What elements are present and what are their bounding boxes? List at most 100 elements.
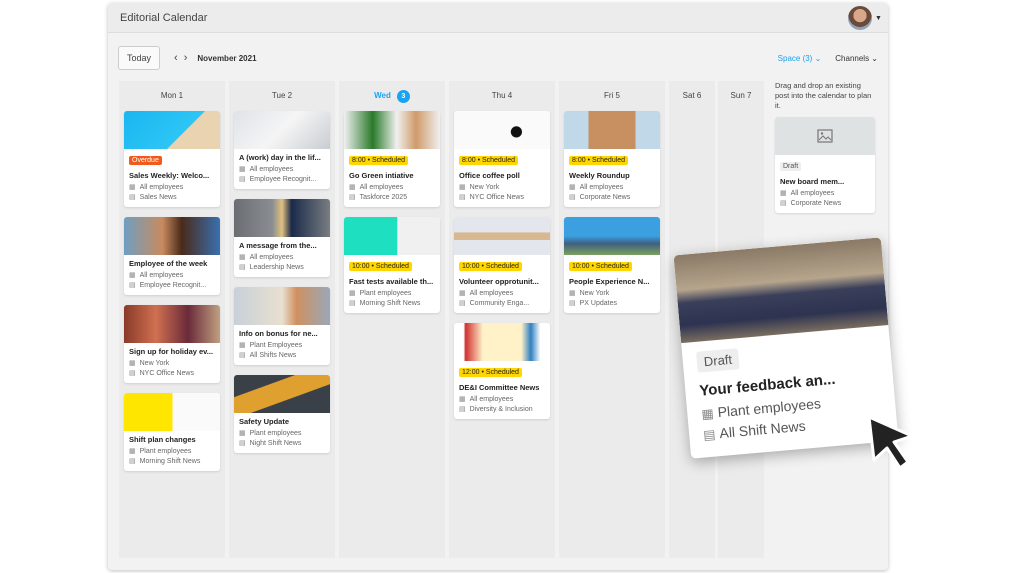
post-title: People Experience N...: [569, 277, 650, 286]
day-header: Fri 5: [559, 81, 665, 111]
space-filter-dropdown[interactable]: Space (3) ⌄: [778, 54, 822, 63]
today-button[interactable]: Today: [118, 46, 161, 70]
post-card[interactable]: Info on bonus for ne... ▦ Plant Employees…: [234, 287, 330, 365]
day-column[interactable]: Mon 1 Overdue Sales Weekly: Welco... ▦ All …: [119, 81, 225, 558]
post-audience: All employees: [469, 396, 514, 403]
post-image: [124, 305, 220, 343]
post-title: Employee of the week: [129, 259, 208, 268]
newspaper-icon: ▤: [349, 300, 356, 307]
day-label: Thu 4: [491, 91, 513, 100]
post-channel: Community Enga...: [469, 300, 530, 307]
post-image: [234, 375, 330, 413]
post-card[interactable]: 8:00 • Scheduled Weekly Roundup ▦ All empl…: [564, 111, 660, 207]
prev-week-button[interactable]: ‹: [174, 52, 184, 64]
post-channel: All Shift News: [718, 417, 807, 442]
post-channel: Leadership News: [249, 264, 304, 271]
status-badge: 10:00 • Scheduled: [459, 262, 522, 271]
status-badge: 10:00 • Scheduled: [569, 262, 632, 271]
post-image: [344, 217, 440, 255]
post-image: [124, 111, 220, 149]
post-audience: All employees: [249, 166, 294, 173]
audience-icon: ▦: [459, 184, 466, 191]
day-label: Mon 1: [160, 91, 184, 100]
day-label: Tue 2: [271, 91, 293, 100]
post-card[interactable]: 10:00 • Scheduled Volunteer opprotunit...…: [454, 217, 550, 313]
post-image: [564, 217, 660, 255]
next-week-button[interactable]: ›: [184, 52, 194, 64]
post-image: [234, 111, 330, 149]
status-badge: 10:00 • Scheduled: [349, 262, 412, 271]
post-audience: New York: [579, 290, 610, 297]
post-card[interactable]: A message from the... ▦ All employees ▤ Le…: [234, 199, 330, 277]
mouse-cursor-icon: [867, 415, 914, 470]
post-title: Sign up for holiday ev...: [129, 347, 214, 356]
day-column[interactable]: Tue 2 A (work) day in the lif... ▦ All emp…: [229, 81, 335, 558]
post-card[interactable]: Safety Update ▦ Plant employees ▤ Night Sh…: [234, 375, 330, 453]
image-placeholder-icon: [775, 117, 875, 155]
newspaper-icon: ▤: [702, 426, 717, 443]
app-title: Editorial Calendar: [120, 11, 208, 24]
post-channel: Night Shift News: [249, 440, 302, 447]
audience-icon: ▦: [700, 405, 715, 422]
post-channel: Employee Recognit...: [249, 176, 317, 183]
day-header: Tue 2: [229, 81, 335, 111]
status-badge: Draft: [695, 348, 740, 373]
post-image: [454, 323, 550, 361]
newspaper-icon: ▤: [129, 282, 136, 289]
audience-icon: ▦: [780, 190, 787, 197]
audience-icon: ▦: [349, 290, 356, 297]
post-image: [454, 217, 550, 255]
post-card[interactable]: 8:00 • Scheduled Go Green intiative ▦ All …: [344, 111, 440, 207]
post-card[interactable]: Employee of the week ▦ All employees ▤ Emp…: [124, 217, 220, 295]
post-audience: Plant employees: [359, 290, 412, 297]
post-channel: Corporate News: [579, 194, 631, 201]
newspaper-icon: ▤: [239, 264, 246, 271]
today-badge: 3: [396, 90, 410, 103]
post-audience: All employees: [249, 254, 294, 261]
post-card[interactable]: 12:00 • Scheduled DE&I Committee News ▦ Al…: [454, 323, 550, 419]
newspaper-icon: ▤: [569, 300, 576, 307]
post-title: Shift plan changes: [129, 435, 196, 444]
post-title: Office coffee poll: [459, 171, 520, 180]
draft-post-card[interactable]: Draft New board mem... ▦ All employees ▤ C…: [775, 117, 875, 213]
day-header: Thu 4: [449, 81, 555, 111]
post-image: [673, 237, 889, 344]
post-card[interactable]: Shift plan changes ▦ Plant employees ▤ Mor…: [124, 393, 220, 471]
newspaper-icon: ▤: [129, 194, 136, 201]
day-column[interactable]: Fri 5 8:00 • Scheduled Weekly Roundup ▦ All…: [559, 81, 665, 558]
post-title: Weekly Roundup: [569, 171, 630, 180]
post-card[interactable]: A (work) day in the lif... ▦ All employee…: [234, 111, 330, 189]
day-column[interactable]: Wed 3 8:00 • Scheduled Go Green intiative ▦…: [339, 81, 445, 558]
post-title: Sales Weekly: Welco...: [129, 171, 210, 180]
post-card[interactable]: Sign up for holiday ev... ▦ New York ▤ NYC…: [124, 305, 220, 383]
user-menu[interactable]: ▼: [848, 5, 884, 31]
post-audience: Plant Employees: [249, 342, 303, 349]
day-header: Sat 6: [669, 81, 715, 111]
day-header: Wed 3: [339, 81, 445, 111]
audience-icon: ▦: [239, 430, 246, 437]
channels-filter-dropdown[interactable]: Channels ⌄: [835, 54, 878, 63]
newspaper-icon: ▤: [459, 300, 466, 307]
status-badge: Overdue: [129, 156, 162, 165]
post-card[interactable]: 10:00 • Scheduled People Experience N... …: [564, 217, 660, 313]
post-title: Go Green intiative: [349, 171, 414, 180]
day-label: Wed: [374, 91, 391, 100]
newspaper-icon: ▤: [780, 200, 787, 207]
post-image: [124, 217, 220, 255]
post-card[interactable]: 10:00 • Scheduled Fast tests available th…: [344, 217, 440, 313]
post-image: [564, 111, 660, 149]
newspaper-icon: ▤: [239, 440, 246, 447]
post-card[interactable]: Overdue Sales Weekly: Welco... ▦ All emplo…: [124, 111, 220, 207]
day-column[interactable]: Thu 4 8:00 • Scheduled Office coffee poll …: [449, 81, 555, 558]
audience-icon: ▦: [349, 184, 356, 191]
newspaper-icon: ▤: [569, 194, 576, 201]
post-audience: All employees: [139, 184, 184, 191]
post-card[interactable]: 8:00 • Scheduled Office coffee poll ▦ New …: [454, 111, 550, 207]
post-title: DE&I Committee News: [459, 383, 540, 392]
audience-icon: ▦: [129, 360, 136, 367]
dragged-post-card[interactable]: Draft Your feedback an... ▦ Plant employe…: [673, 237, 899, 459]
newspaper-icon: ▤: [239, 176, 246, 183]
post-audience: New York: [469, 184, 500, 191]
audience-icon: ▦: [129, 448, 136, 455]
post-channel: Morning Shift News: [359, 300, 421, 307]
